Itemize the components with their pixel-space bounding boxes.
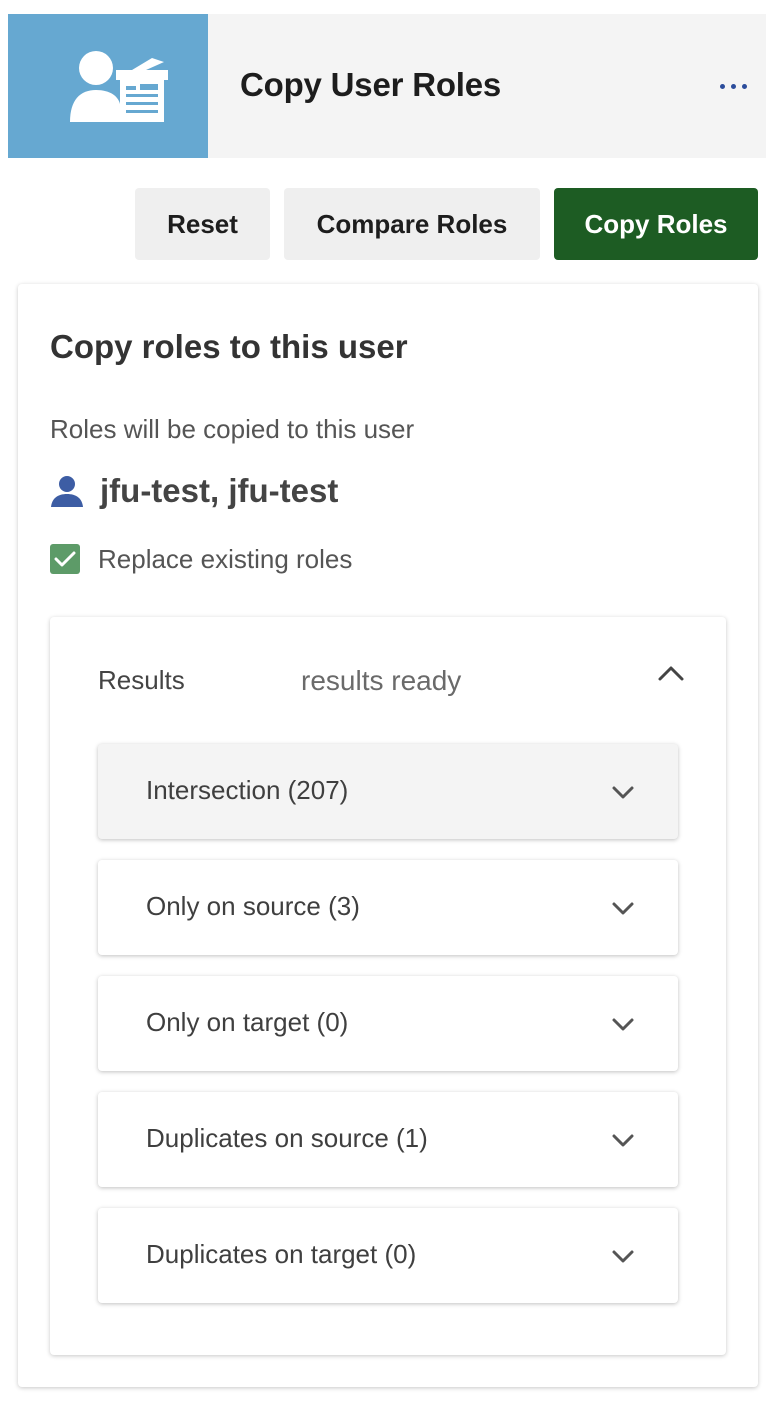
card-subtitle: Roles will be copied to this user — [50, 414, 415, 444]
chevron-down-icon — [612, 902, 634, 915]
chevron-down-icon — [612, 1250, 634, 1263]
reset-button[interactable]: Reset — [135, 188, 270, 260]
panel-label: Only on target (0) — [146, 1007, 349, 1037]
results-label: Results — [98, 665, 185, 695]
results-status: results ready — [301, 665, 462, 696]
panel-only-on-source[interactable]: Only on source (3) — [98, 860, 678, 955]
results-panel: Results results ready Intersection (207)… — [50, 617, 726, 1355]
copy-roles-button[interactable]: Copy Roles — [554, 188, 758, 260]
app-title: Copy User Roles — [240, 66, 502, 103]
user-name: jfu-test, jfu-test — [100, 472, 339, 509]
chevron-up-icon[interactable] — [656, 663, 686, 691]
card-title: Copy roles to this user — [50, 328, 408, 365]
copy-roles-card: Copy roles to this user Roles will be co… — [18, 284, 758, 1387]
target-user: jfu-test, jfu-test — [50, 471, 338, 511]
replace-roles-checkbox[interactable] — [50, 544, 80, 574]
panel-label: Only on source (3) — [146, 891, 360, 921]
compare-roles-button[interactable]: Compare Roles — [284, 188, 540, 260]
checkmark-icon — [54, 551, 76, 567]
replace-roles-label: Replace existing roles — [98, 543, 353, 574]
panel-duplicates-on-source[interactable]: Duplicates on source (1) — [98, 1092, 678, 1187]
replace-roles-checkbox-row[interactable]: Replace existing roles — [50, 542, 352, 576]
panel-only-on-target[interactable]: Only on target (0) — [98, 976, 678, 1071]
app-header: Copy User Roles — [8, 14, 766, 158]
panel-label: Intersection (207) — [146, 775, 349, 805]
panel-intersection[interactable]: Intersection (207) — [98, 744, 678, 839]
more-dots-icon[interactable] — [720, 76, 748, 96]
chevron-down-icon — [612, 1018, 634, 1031]
panel-duplicates-on-target[interactable]: Duplicates on target (0) — [98, 1208, 678, 1303]
chevron-down-icon — [612, 786, 634, 799]
panel-label: Duplicates on source (1) — [146, 1123, 428, 1153]
app-logo — [8, 14, 208, 158]
panel-label: Duplicates on target (0) — [146, 1239, 417, 1269]
chevron-down-icon — [612, 1134, 634, 1147]
user-copier-icon — [70, 51, 168, 122]
person-icon — [51, 476, 83, 507]
